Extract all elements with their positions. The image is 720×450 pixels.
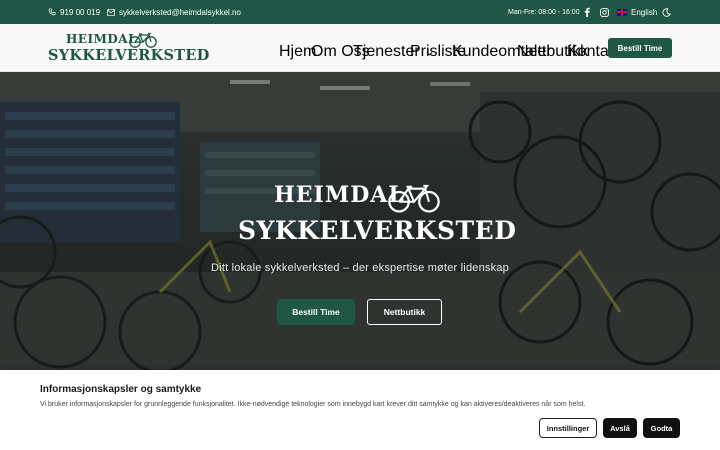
cookie-settings-button[interactable]: Innstillinger	[539, 418, 597, 438]
hero-logo-line2: SYKKELVERKSTED	[238, 216, 517, 245]
moon-icon	[662, 7, 671, 17]
facebook-link[interactable]	[584, 0, 590, 24]
main-header: HEIMDAL SYKKELVERKSTED Hjem Om Oss Tjene…	[0, 24, 720, 72]
email-link[interactable]: sykkelverksted@heimdalsykkel.no	[107, 0, 241, 24]
phone-number: 919 00 019	[60, 7, 101, 17]
hero-logo: HEIMDAL SYKKELVERKSTED	[238, 182, 516, 254]
hero-shop-button[interactable]: Nettbutikk	[367, 299, 442, 325]
top-bar: 919 00 019 sykkelverksted@heimdalsykkel.…	[0, 0, 720, 24]
logo-line2: SYKKELVERKSTED	[48, 47, 210, 64]
hero-section: HEIMDAL SYKKELVERKSTED Ditt lokale sykke…	[0, 72, 720, 370]
hero-tagline: Ditt lokale sykkelverksted – der ekspert…	[211, 262, 509, 274]
dark-mode-toggle[interactable]	[662, 0, 671, 24]
logo-line1: HEIMDAL	[66, 32, 138, 46]
language-label: English	[631, 7, 658, 17]
site-logo[interactable]: HEIMDAL SYKKELVERKSTED	[48, 32, 209, 66]
instagram-icon	[600, 7, 609, 17]
bicycle-icon	[129, 32, 157, 48]
opening-hours: Man-Fre: 08:00 - 16:00	[508, 0, 580, 24]
phone-icon	[48, 8, 56, 16]
facebook-icon	[584, 7, 590, 17]
cookie-consent-banner: Informasjonskapsler og samtykke Vi bruke…	[0, 370, 720, 450]
book-appointment-button[interactable]: Bestill Time	[608, 38, 672, 58]
cookie-deny-button[interactable]: Avslå	[603, 418, 637, 438]
cookie-accept-button[interactable]: Godta	[643, 418, 680, 438]
language-switcher[interactable]: English	[617, 0, 657, 24]
cookie-text: Vi bruker informasjonskapsler for grunnl…	[40, 401, 586, 408]
hero-book-button[interactable]: Bestill Time	[277, 299, 355, 325]
mail-icon	[107, 8, 115, 16]
uk-flag-icon	[617, 8, 627, 16]
bicycle-icon	[388, 184, 440, 213]
cookie-title: Informasjonskapsler og samtykke	[40, 384, 202, 395]
instagram-link[interactable]	[600, 0, 609, 24]
phone-link[interactable]: 919 00 019	[48, 0, 100, 24]
opening-hours-text: Man-Fre: 08:00 - 16:00	[508, 8, 580, 16]
email-address: sykkelverksted@heimdalsykkel.no	[119, 7, 241, 17]
